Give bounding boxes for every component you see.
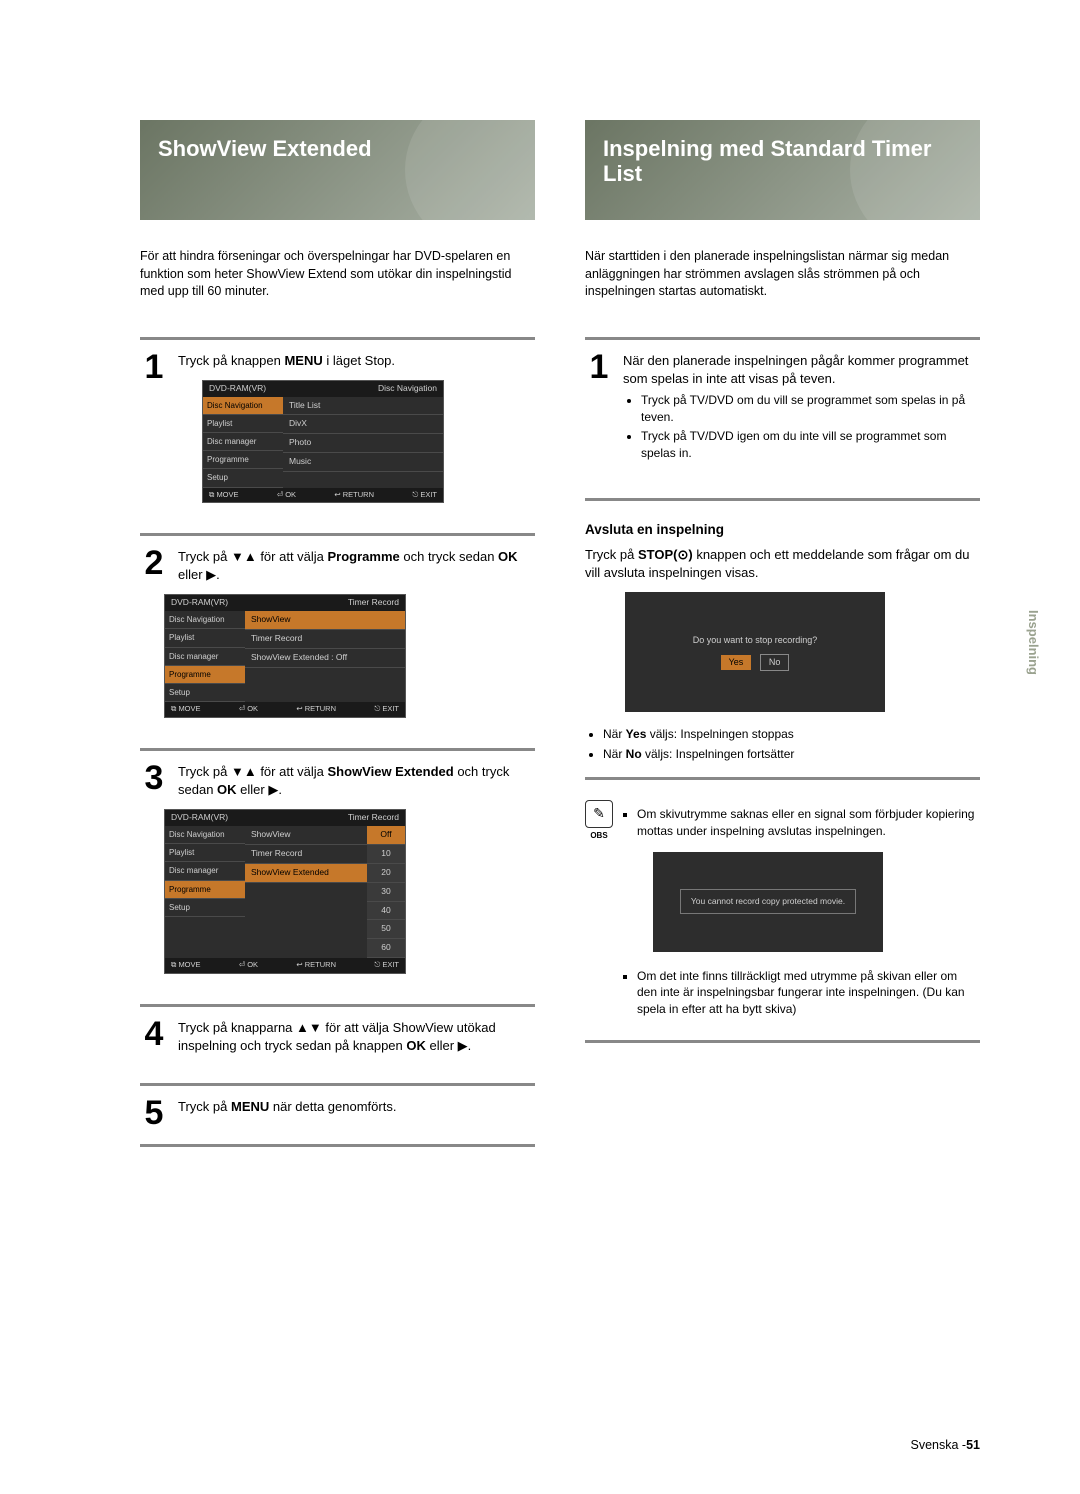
right-step-1: 1 När den planerade inspelningen pågår k… — [585, 352, 980, 471]
osd-menu-1: DVD-RAM(VR)Disc Navigation Disc Navigati… — [202, 380, 444, 503]
step-4-text: Tryck på knapparna ▲▼ för att välja Show… — [178, 1019, 535, 1055]
step-1: 1 Tryck på knappen MENU i läget Stop. DV… — [140, 352, 535, 506]
note-icon: ✎ — [585, 800, 613, 828]
stop-text: Tryck på STOP(⊙) knappen och ett meddela… — [585, 546, 980, 582]
dialog-stop-recording: Do you want to stop recording? Yes No — [625, 592, 885, 712]
step-2-text: Tryck på ▼▲ för att välja Programme och … — [178, 548, 535, 584]
page-footer: Svenska -51 — [911, 1437, 981, 1455]
left-intro: För att hindra förseningar och överspeln… — [140, 248, 535, 301]
subheading-end-recording: Avsluta en inspelning — [585, 521, 980, 540]
hero-left-title: ShowView Extended — [158, 136, 517, 161]
note-block: ✎ OBS Om skivutrymme saknas eller en sig… — [585, 800, 980, 1026]
step-3-text: Tryck på ▼▲ för att välja ShowView Exten… — [178, 763, 535, 799]
step-1-text: Tryck på knappen MENU i läget Stop. — [178, 352, 535, 370]
side-tab: Inspelning — [1024, 610, 1042, 675]
right-intro: När starttiden i den planerade inspelnin… — [585, 248, 980, 301]
hero-right: Inspelning med Standard Timer List — [585, 120, 980, 220]
step-3: 3 Tryck på ▼▲ för att välja ShowView Ext… — [140, 763, 535, 976]
hero-left: ShowView Extended — [140, 120, 535, 220]
osd-menu-2: DVD-RAM(VR)Timer Record Disc NavigationP… — [164, 594, 406, 717]
step-2: 2 Tryck på ▼▲ för att välja Programme oc… — [140, 548, 535, 720]
dialog-yes[interactable]: Yes — [721, 655, 752, 670]
osd-menu-3: DVD-RAM(VR)Timer Record Disc NavigationP… — [164, 809, 406, 974]
dialog-no[interactable]: No — [760, 654, 790, 671]
step-5: 5 Tryck på MENU när detta genomförts. — [140, 1098, 535, 1116]
left-column: ShowView Extended För att hindra förseni… — [140, 120, 535, 1159]
error-dialog: You cannot record copy protected movie. — [653, 852, 883, 952]
right-column: Inspelning med Standard Timer List När s… — [585, 120, 980, 1159]
step-5-text: Tryck på MENU när detta genomförts. — [178, 1098, 535, 1116]
result-bullets: När Yes väljs: Inspelningen stoppasNär N… — [603, 726, 980, 763]
hero-right-title: Inspelning med Standard Timer List — [603, 136, 962, 187]
step-4: 4 Tryck på knapparna ▲▼ för att välja Sh… — [140, 1019, 535, 1055]
